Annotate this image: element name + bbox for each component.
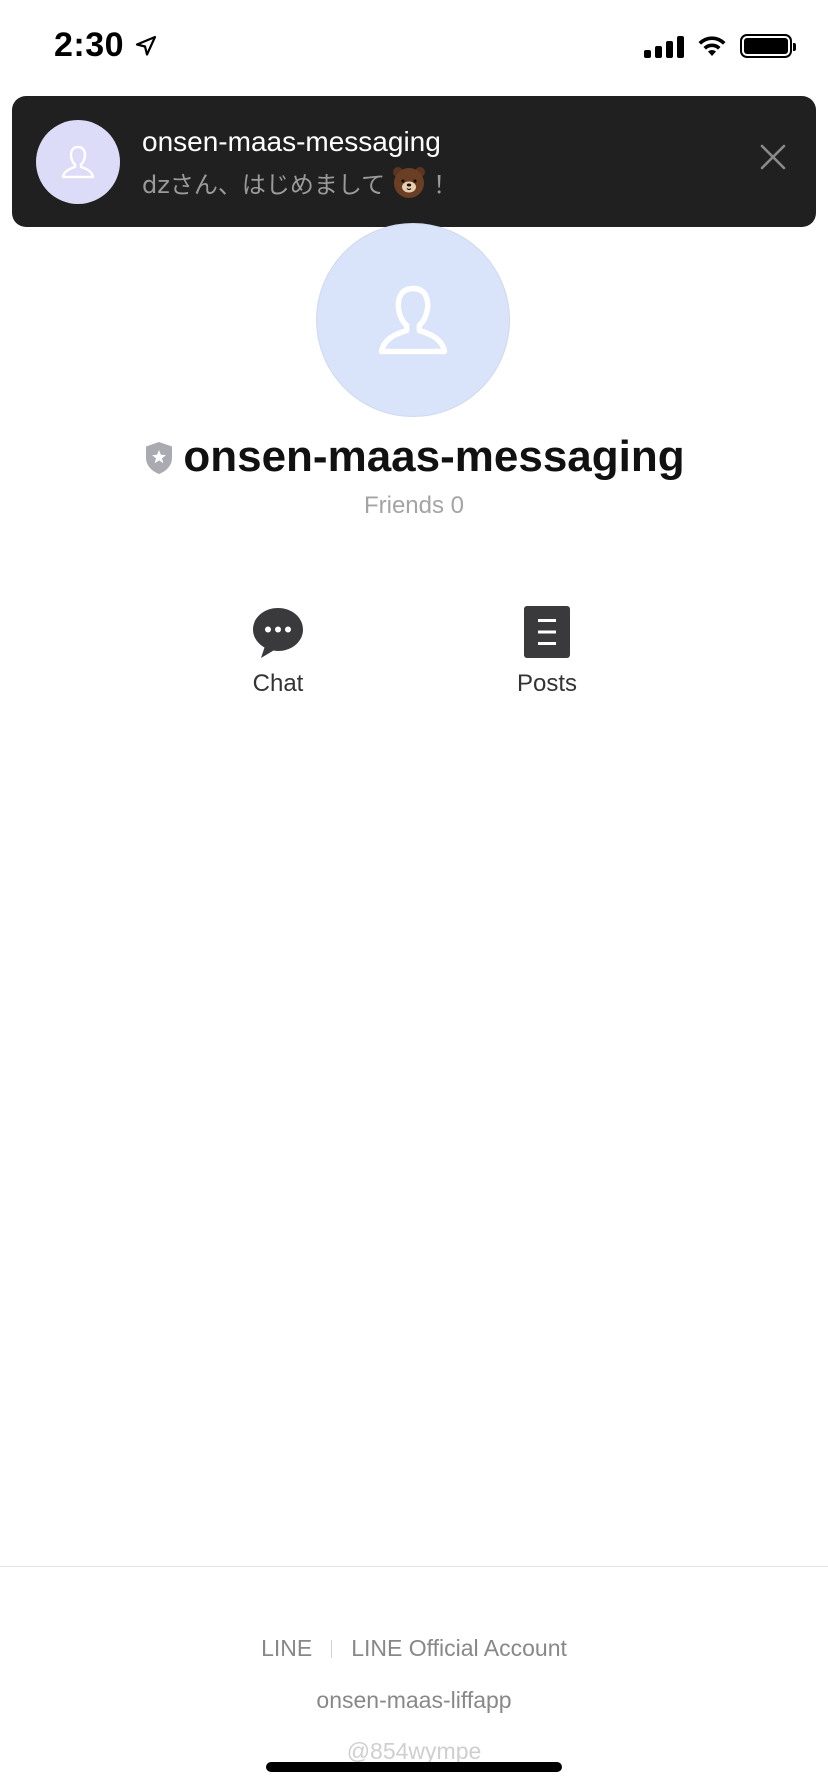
profile-name: onsen-maas-messaging xyxy=(183,432,685,481)
close-icon[interactable] xyxy=(758,142,788,172)
footer-divider xyxy=(0,1566,828,1567)
person-icon xyxy=(378,285,448,355)
chat-bubble-icon xyxy=(253,608,303,658)
location-arrow-icon xyxy=(135,35,157,56)
profile-name-row: onsen-maas-messaging xyxy=(0,432,828,482)
footer-link-line[interactable]: LINE xyxy=(261,1635,312,1662)
friends-count: Friends 0 xyxy=(363,492,465,519)
notification-banner[interactable]: onsen-maas-messaging dzさん、はじめまして ！ xyxy=(12,96,816,227)
posts-icon xyxy=(524,606,570,658)
battery-icon xyxy=(740,34,796,58)
home-indicator[interactable] xyxy=(266,1762,562,1772)
notification-title: onsen-maas-messaging xyxy=(142,126,441,157)
footer-link-separator xyxy=(331,1639,333,1658)
wifi-icon xyxy=(698,36,726,56)
status-time-text: 2:30 xyxy=(54,26,125,64)
battery-fill xyxy=(744,38,788,54)
verified-shield-icon xyxy=(146,442,173,474)
notification-message-suffix: ！ xyxy=(433,170,458,199)
person-icon xyxy=(61,145,95,179)
footer-account-id: @854wympe xyxy=(346,1738,482,1764)
status-time: 2:30 xyxy=(54,26,158,65)
chat-label: Chat xyxy=(252,670,304,697)
footer-link-official-account[interactable]: LINE Official Account xyxy=(351,1635,567,1662)
notification-avatar xyxy=(36,120,120,204)
posts-label: Posts xyxy=(516,670,578,697)
status-indicators xyxy=(644,34,796,58)
cellular-signal-icon xyxy=(644,34,684,58)
footer-links: LINE LINE Official Account xyxy=(0,1635,828,1662)
status-bar: 2:30 xyxy=(0,0,828,96)
posts-button[interactable]: Posts xyxy=(477,604,617,698)
footer-app-name[interactable]: onsen-maas-liffapp xyxy=(0,1687,828,1714)
bear-sticker-emoji xyxy=(393,167,426,198)
profile-avatar[interactable] xyxy=(316,223,510,417)
chat-button[interactable]: Chat xyxy=(208,604,348,698)
notification-message-text: dzさん、はじめまして xyxy=(142,170,386,199)
notification-message: dzさん、はじめまして ！ xyxy=(142,164,457,200)
